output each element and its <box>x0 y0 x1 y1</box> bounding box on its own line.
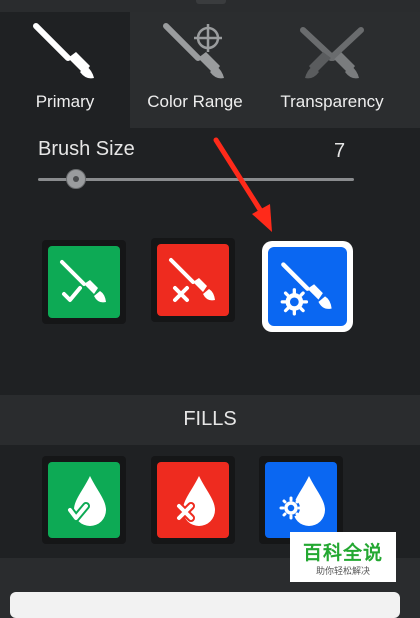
top-nub <box>196 0 226 4</box>
tab-primary-label: Primary <box>35 92 95 111</box>
settings-fill-button[interactable] <box>265 462 337 538</box>
settings-brush-button[interactable] <box>268 247 347 326</box>
watermark-title: 百科全说 <box>302 543 383 564</box>
remove-brush-button[interactable] <box>157 244 229 316</box>
paintbrush-icon <box>33 23 94 79</box>
bottom-button[interactable] <box>10 592 400 618</box>
remove-fill-button-frame <box>151 456 235 544</box>
watermark: 百科全说 助你轻松解决 <box>290 532 396 582</box>
tab-primary[interactable]: Primary <box>0 12 130 128</box>
remove-fill-button[interactable] <box>157 462 229 538</box>
brush-size-label: Brush Size <box>38 138 135 160</box>
brush-check-icon <box>60 260 106 303</box>
tab-transparency-label: Transparency <box>280 92 384 111</box>
settings-brush-button-frame <box>262 241 353 332</box>
add-brush-button-frame <box>42 240 126 324</box>
add-fill-button-frame <box>42 456 126 544</box>
add-brush-button[interactable] <box>48 246 120 318</box>
brush-size-value: 7 <box>334 140 346 162</box>
tab-color-range-label: Color Range <box>147 92 243 111</box>
drop-check-icon <box>66 476 106 526</box>
paintbrush-transparency-icon <box>300 27 364 79</box>
top-strip <box>0 0 420 12</box>
remove-brush-button-frame <box>151 238 235 322</box>
add-fill-button[interactable] <box>48 462 120 538</box>
brush-gear-icon <box>280 262 332 316</box>
tab-color-range[interactable]: Color Range <box>130 12 260 128</box>
drop-gear-icon <box>279 476 325 526</box>
settings-fill-button-frame <box>259 456 343 544</box>
paintbrush-target-icon <box>163 23 224 79</box>
fills-label: FILLS <box>183 408 237 430</box>
tab-transparency[interactable]: Transparency <box>262 12 402 128</box>
drop-x-icon <box>175 476 215 526</box>
brush-x-icon <box>169 258 215 302</box>
tab-bar: Primary Color Range Transparency <box>0 12 420 128</box>
watermark-subtitle: 助你轻松解决 <box>315 566 370 576</box>
